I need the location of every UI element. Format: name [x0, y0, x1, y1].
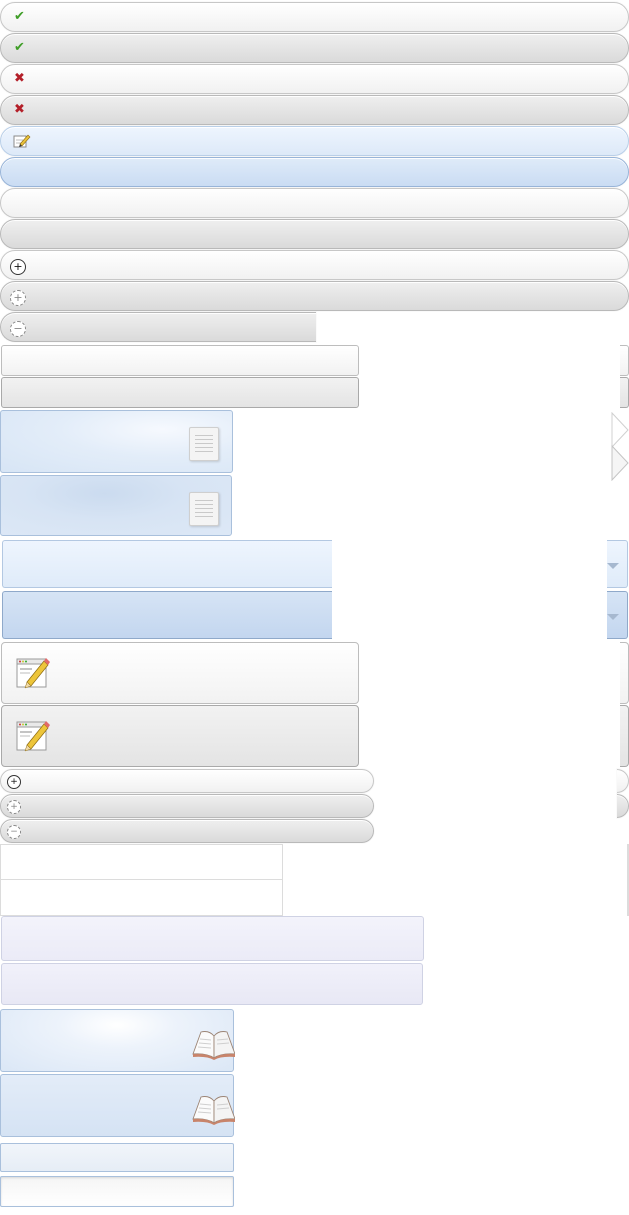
document-icon: [189, 427, 219, 461]
dropdown-button-pressed[interactable]: [607, 591, 628, 639]
table-cell: [0, 880, 283, 916]
book-icon: [191, 1091, 235, 1125]
dropdown-button[interactable]: [607, 540, 628, 588]
dropdown-arrow-icon: [607, 563, 619, 569]
text-field-focused[interactable]: [0, 1176, 234, 1207]
small-expander-row[interactable]: +: [0, 769, 374, 793]
minus-circle-icon[interactable]: −: [7, 825, 21, 839]
plus-circle-icon[interactable]: +: [7, 775, 21, 789]
collapser-row[interactable]: −: [0, 312, 316, 342]
book-icon: [191, 1026, 235, 1060]
document-icon: [189, 492, 219, 526]
edit-icon: [13, 133, 31, 149]
pencil-note-icon: [16, 719, 50, 753]
dropdown-arrow-icon: [607, 614, 619, 620]
status-bar-plain[interactable]: [0, 188, 629, 218]
book-tile[interactable]: [0, 1009, 235, 1072]
small-collapser-row[interactable]: −: [0, 819, 374, 843]
plus-circle-icon[interactable]: +: [10, 290, 26, 306]
note-tile-pressed[interactable]: [1, 705, 359, 767]
chevron-right-icon[interactable]: [611, 444, 629, 482]
small-expander-edge: [617, 769, 629, 793]
cross-icon: ✖: [14, 102, 25, 117]
small-expander-pressed-edge: [617, 794, 629, 818]
document-tile-pressed[interactable]: [0, 475, 232, 536]
flat-box-pressed-edge: [620, 377, 629, 408]
flat-box-edge: [620, 345, 629, 376]
status-bar-ok-pressed[interactable]: ✔: [0, 33, 629, 63]
pencil-note-icon: [16, 656, 50, 690]
status-bar-ok[interactable]: ✔: [0, 2, 629, 32]
expander-row[interactable]: +: [0, 250, 629, 280]
document-tile[interactable]: [0, 410, 233, 473]
flat-box[interactable]: [1, 345, 359, 376]
note-tile-pressed-edge: [620, 705, 629, 767]
text-field[interactable]: [0, 1143, 234, 1172]
plus-circle-icon[interactable]: +: [10, 259, 26, 275]
dropdown-field-pressed[interactable]: [2, 591, 332, 639]
plus-circle-icon[interactable]: +: [7, 800, 21, 814]
chevron-right-icon[interactable]: [611, 411, 629, 449]
book-tile-pressed[interactable]: [0, 1074, 235, 1137]
table-cell: [0, 844, 283, 880]
status-bar-plain-pressed[interactable]: [0, 219, 629, 249]
status-bar-error[interactable]: ✖: [0, 64, 629, 94]
minus-circle-icon[interactable]: −: [10, 321, 26, 337]
status-bar-error-pressed[interactable]: ✖: [0, 95, 629, 125]
flat-box-pressed[interactable]: [1, 377, 359, 408]
cross-icon: ✖: [14, 71, 25, 86]
check-icon: ✔: [14, 9, 25, 24]
highlight-box-pressed[interactable]: [1, 963, 423, 1005]
highlight-box[interactable]: [1, 916, 424, 961]
check-icon: ✔: [14, 40, 25, 55]
note-tile[interactable]: [1, 642, 359, 704]
small-expander-row-pressed[interactable]: +: [0, 794, 374, 818]
status-bar-selected[interactable]: [0, 157, 629, 187]
dropdown-field[interactable]: [2, 540, 332, 588]
status-bar-edit[interactable]: [0, 126, 629, 156]
note-tile-edge: [620, 642, 629, 704]
expander-row-pressed[interactable]: +: [0, 281, 629, 311]
